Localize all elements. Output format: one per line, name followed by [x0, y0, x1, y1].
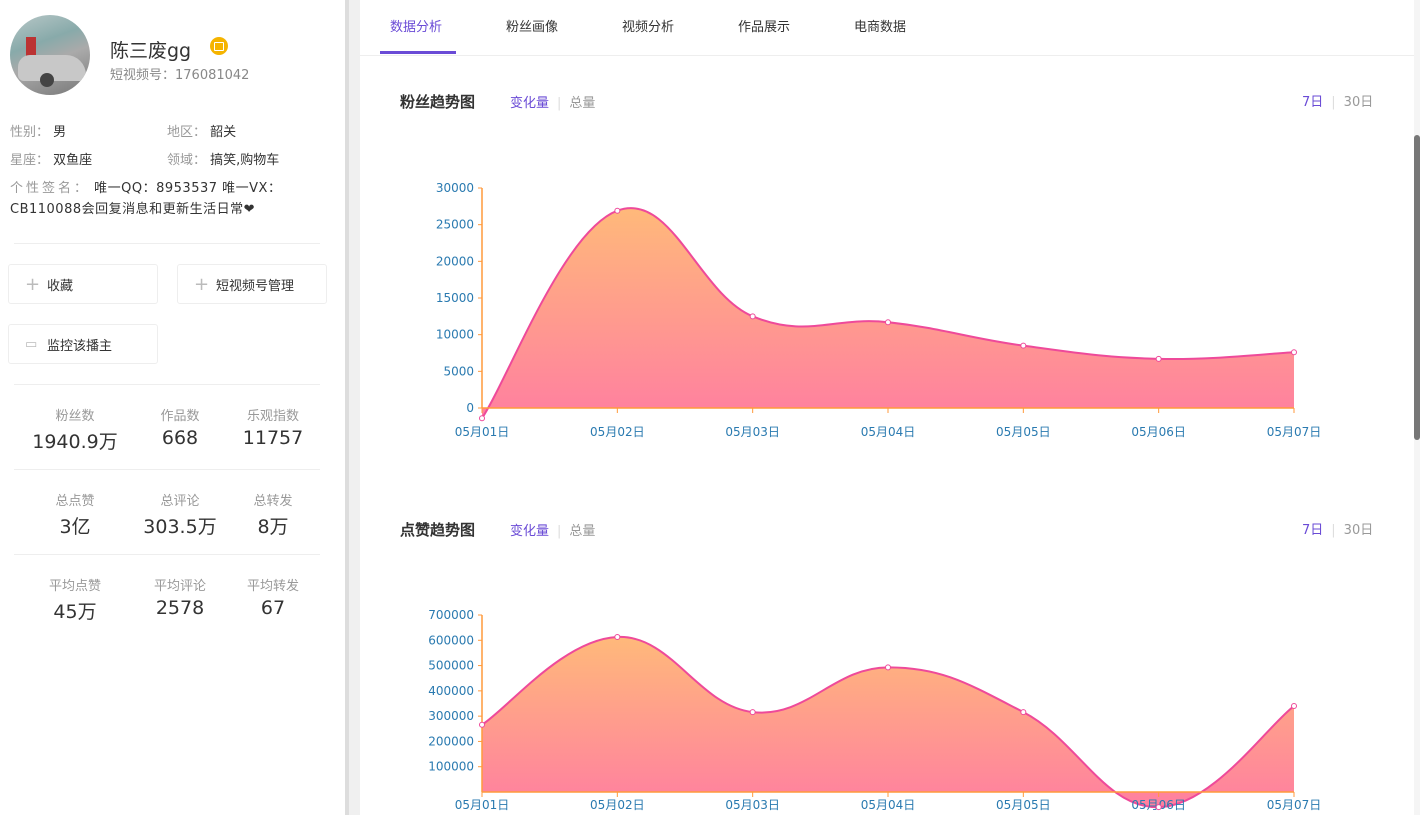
data-point[interactable]	[885, 664, 891, 671]
area-fill	[482, 636, 1294, 808]
x-tick-label: 05月07日	[1267, 798, 1322, 812]
y-tick-label: 5000	[443, 364, 474, 378]
area-fill	[482, 208, 1294, 419]
x-tick-label: 05月04日	[861, 425, 916, 439]
y-tick-label: 15000	[436, 291, 474, 305]
chart-0: 0 5000 10000 15000 20000 25000 30000 05月01日 05月0…	[436, 181, 1321, 439]
y-tick-label: 20000	[436, 254, 474, 268]
y-tick-label: 300000	[428, 709, 474, 723]
data-point[interactable]	[614, 633, 621, 640]
y-tick-label: 200000	[428, 734, 474, 748]
data-point[interactable]	[885, 319, 891, 326]
y-tick-label: 500000	[428, 659, 474, 673]
y-tick-label: 700000	[428, 608, 474, 622]
y-tick-label: 30000	[436, 181, 474, 195]
x-tick-label: 05月01日	[455, 798, 510, 812]
x-tick-label: 05月03日	[725, 425, 780, 439]
y-tick-label: 0	[466, 401, 474, 415]
data-point[interactable]	[1020, 342, 1027, 349]
x-tick-label: 05月07日	[1267, 425, 1322, 439]
data-point[interactable]	[749, 313, 756, 320]
y-tick-label: 400000	[428, 684, 474, 698]
data-point[interactable]	[479, 415, 485, 422]
data-point[interactable]	[1155, 804, 1162, 811]
y-tick-label: 600000	[428, 633, 474, 647]
data-point[interactable]	[1155, 355, 1162, 362]
data-point[interactable]	[614, 207, 621, 214]
y-tick-label: 100000	[428, 760, 474, 774]
data-point[interactable]	[479, 721, 485, 728]
chart-1: 100000 200000 300000 400000 500000 600000 7000…	[428, 608, 1321, 812]
x-tick-label: 05月01日	[455, 425, 510, 439]
scrollbar-thumb[interactable]	[1414, 135, 1420, 440]
x-tick-label: 05月06日	[1131, 425, 1186, 439]
x-tick-label: 05月04日	[861, 798, 916, 812]
data-point[interactable]	[749, 709, 756, 716]
scrollbar[interactable]	[1414, 0, 1420, 815]
x-tick-label: 05月05日	[996, 798, 1051, 812]
y-tick-label: 25000	[436, 218, 474, 232]
x-tick-label: 05月02日	[590, 425, 645, 439]
x-tick-label: 05月05日	[996, 425, 1051, 439]
data-point[interactable]	[1291, 349, 1297, 356]
data-point[interactable]	[1020, 709, 1027, 716]
x-tick-label: 05月02日	[590, 798, 645, 812]
data-point[interactable]	[1291, 703, 1297, 710]
charts-layer: 0 5000 10000 15000 20000 25000 30000 05月01日 05月0…	[428, 181, 1321, 812]
x-tick-label: 05月03日	[725, 798, 780, 812]
y-tick-label: 10000	[436, 328, 474, 342]
